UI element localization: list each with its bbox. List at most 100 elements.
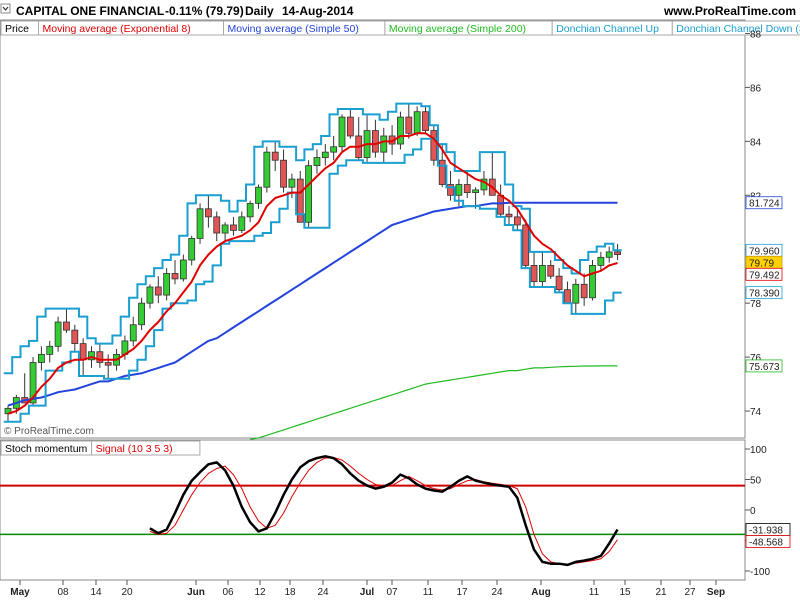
x-tick-label: 20 [121,587,133,598]
candle-body [346,116,354,137]
x-tick-label: 12 [254,587,266,598]
osc-last-value-label: -48.568 [749,537,783,548]
candle-body [572,283,580,304]
candle-body [54,321,62,347]
candle-body [280,159,287,188]
x-tick-label: Jul [360,587,375,598]
x-tick-label: May [10,587,30,598]
candle-body [271,151,279,161]
candle-body [321,151,329,158]
last-value-label: 75.673 [749,362,780,373]
candle-body [405,116,413,134]
x-tick-label: 07 [386,587,398,598]
candle-body [46,345,54,355]
osc-y-tick-label: 50 [750,476,762,487]
chart-canvas: CAPITAL ONE FINANCIAL -0.11% (79.79) Dai… [0,3,800,598]
candle-body [188,238,196,261]
y-tick-label: 74 [750,407,762,418]
candle-body [447,184,454,196]
legend-label[interactable]: Moving average (Exponential 8) [43,23,191,35]
candle-body [589,265,596,299]
legend-label[interactable]: Donchian Channel Up [556,23,659,35]
candle-body [313,157,321,167]
candle-body [547,265,555,277]
x-tick-label: 24 [317,587,329,598]
candle-body [138,302,146,326]
candle-body [238,216,246,231]
candle-body [79,343,87,361]
legend-label[interactable]: Moving average (Simple 200) [389,23,526,35]
price-change: -0.11% (79.79) [165,4,244,18]
candle-body [129,324,137,342]
y-tick-label: 86 [750,83,762,94]
last-value-label: 81.724 [749,199,780,210]
x-tick-label: 24 [491,587,503,598]
candle-body [230,224,237,231]
candle-body [605,251,613,258]
oscillator-panel [0,439,746,581]
last-value-label: 79.79 [749,258,774,269]
price-panel [0,19,746,439]
y-tick-label: 88 [750,29,762,40]
candle-body [505,213,513,218]
candle-body [422,111,429,131]
candle-body [371,130,379,153]
watermark: © ProRealTime.com [4,426,94,437]
x-tick-label: 14 [90,587,102,598]
x-tick-label: Aug [531,587,550,598]
osc-y-tick-label: 100 [750,445,767,456]
brand-label: www.ProRealTime.com [663,4,796,18]
candle-body [305,165,313,223]
legend-label[interactable]: Donchian Channel Down (3) [676,23,800,35]
legend-label[interactable]: Signal (10 3 5 3) [96,443,173,455]
candle-body [497,194,505,215]
candle-body [154,286,162,296]
candle-body [522,224,530,266]
candle-body [96,351,104,363]
candle-body [430,130,438,161]
candle-body [472,189,480,193]
candle-body [455,184,463,196]
candle-body [380,135,388,153]
last-value-label: 79.960 [749,246,780,257]
candle-body [580,283,588,299]
x-tick-label: 08 [57,587,69,598]
candle-body [539,265,546,282]
candle-body [513,216,521,226]
candle-body [463,184,471,193]
candle-body [179,259,187,280]
candle-body [555,275,563,291]
x-tick-label: 06 [222,587,234,598]
instrument-title: CAPITAL ONE FINANCIAL [16,4,164,18]
x-tick-label: 18 [284,587,296,598]
x-tick-label: 11 [423,587,434,598]
x-tick-label: 27 [684,587,696,598]
legend-label[interactable]: Moving average (Simple 50) [228,23,359,35]
x-tick-label: 15 [619,587,631,598]
candle-body [338,116,346,148]
candle-body [413,111,421,134]
collapse-icon[interactable] [0,3,11,14]
header: CAPITAL ONE FINANCIAL -0.11% (79.79) Dai… [0,3,796,18]
candle-body [296,178,304,223]
candle-body [104,362,112,366]
candle-body [63,321,70,331]
y-tick-label: 84 [750,137,762,148]
legend-label[interactable]: Stoch momentum [5,443,88,455]
x-tick-label: Sep [707,587,725,598]
candle-body [530,265,538,282]
candle-body [255,186,262,204]
candle-body [71,329,79,345]
candle-body [163,273,171,296]
legend-label[interactable]: Price [5,23,29,35]
candle-body [614,251,621,256]
candle-body [330,146,338,153]
candle-body [246,202,254,218]
x-tick-label: Jun [187,587,205,598]
candle-body [397,116,404,145]
x-tick-label: 21 [655,587,667,598]
candle-body [597,256,605,266]
last-value-label: 79.492 [749,270,780,281]
osc-y-tick-label: 0 [750,506,756,517]
candle-body [263,151,271,188]
